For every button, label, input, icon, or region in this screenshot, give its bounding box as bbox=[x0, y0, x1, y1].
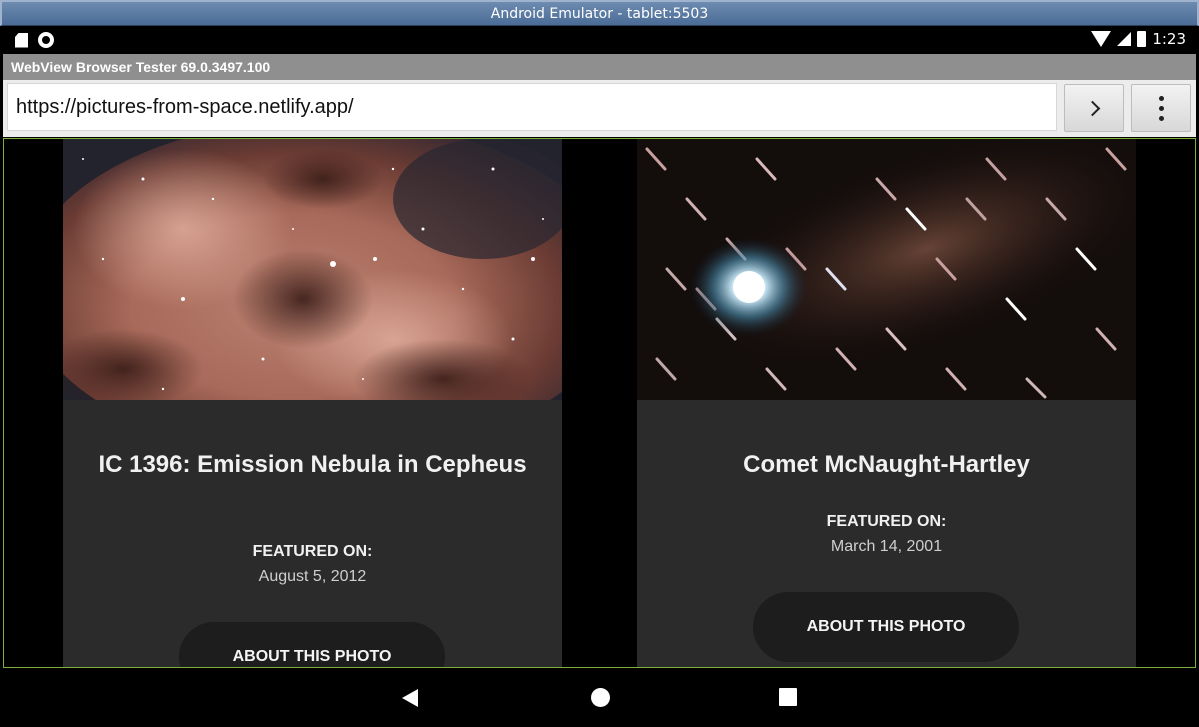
webview-content[interactable]: IC 1396: Emission Nebula in Cepheus FEAT… bbox=[3, 138, 1196, 668]
nebula-photo bbox=[63, 139, 562, 400]
url-row: https://pictures-from-space.netlify.app/ bbox=[3, 80, 1196, 137]
chevron-right-icon bbox=[1084, 100, 1100, 116]
photo-card: Comet McNaught-Hartley FEATURED ON: Marc… bbox=[637, 139, 1136, 667]
overflow-menu-button[interactable] bbox=[1131, 84, 1191, 132]
photo-card: IC 1396: Emission Nebula in Cepheus FEAT… bbox=[63, 139, 562, 667]
comet-photo bbox=[637, 139, 1136, 400]
status-time: 1:23 bbox=[1152, 30, 1186, 48]
sd-card-icon bbox=[15, 32, 28, 48]
recents-icon[interactable] bbox=[779, 688, 797, 706]
featured-date: August 5, 2012 bbox=[258, 568, 367, 585]
navigation-bar bbox=[3, 669, 1196, 724]
go-button[interactable] bbox=[1064, 84, 1124, 132]
about-photo-button[interactable]: ABOUT THIS PHOTO bbox=[753, 592, 1019, 662]
card-title: Comet McNaught-Hartley bbox=[743, 451, 1030, 478]
featured-label: FEATURED ON: bbox=[252, 543, 373, 560]
circle-icon bbox=[38, 32, 54, 48]
featured-date: March 14, 2001 bbox=[830, 538, 943, 555]
status-bar: 1:23 bbox=[3, 26, 1196, 54]
app-title-bar: WebView Browser Tester 69.0.3497.100 bbox=[3, 54, 1196, 80]
app-title: WebView Browser Tester 69.0.3497.100 bbox=[11, 59, 271, 75]
featured-label: FEATURED ON: bbox=[826, 513, 947, 530]
wifi-icon bbox=[1091, 31, 1112, 47]
signal-icon bbox=[1117, 32, 1132, 46]
emulator-title-bar: Android Emulator - tablet:5503 bbox=[0, 0, 1199, 26]
battery-icon bbox=[1137, 31, 1147, 47]
about-photo-button[interactable]: ABOUT THIS PHOTO bbox=[179, 622, 445, 667]
overflow-menu-icon bbox=[1158, 95, 1164, 121]
home-icon[interactable] bbox=[591, 688, 610, 707]
emulator-title: Android Emulator - tablet:5503 bbox=[490, 6, 709, 22]
device-screen: 1:23 WebView Browser Tester 69.0.3497.10… bbox=[3, 26, 1196, 724]
card-title: IC 1396: Emission Nebula in Cepheus bbox=[98, 451, 527, 478]
back-icon[interactable] bbox=[402, 689, 418, 707]
url-input[interactable]: https://pictures-from-space.netlify.app/ bbox=[7, 83, 1057, 131]
